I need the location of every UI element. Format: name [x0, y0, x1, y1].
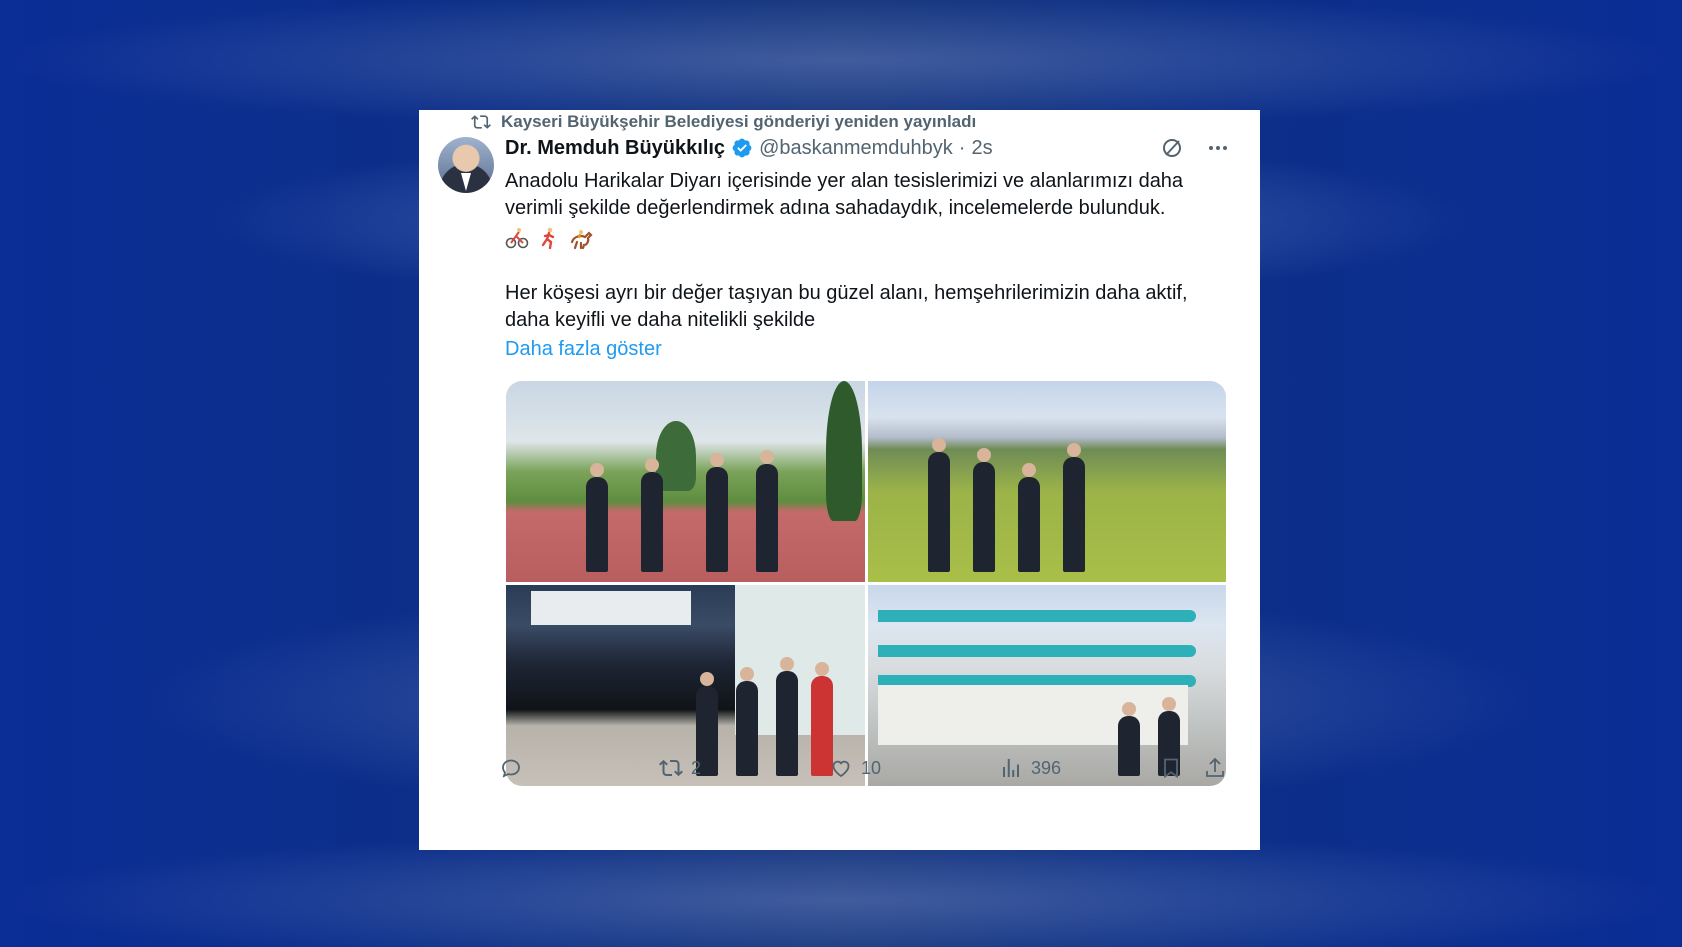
photo-person — [586, 463, 608, 572]
reply-icon — [502, 759, 520, 778]
photo-building-stripe — [877, 645, 1196, 657]
repost-indicator: Kayseri Büyükşehir Belediyesi gönderiyi … — [471, 112, 976, 132]
views-button[interactable]: 396 — [999, 756, 1061, 780]
retweet-icon — [659, 759, 683, 777]
horse-racing-emoji — [570, 230, 593, 250]
separator-dot: · — [958, 136, 966, 159]
retweet-button[interactable]: 2 — [659, 756, 701, 780]
like-button[interactable]: 10 — [829, 756, 881, 780]
cyclist-emoji — [505, 228, 529, 249]
media-grid — [506, 381, 1226, 786]
tweet-card[interactable]: Kayseri Büyükşehir Belediyesi gönderiyi … — [419, 110, 1260, 850]
bookmark-icon — [1164, 758, 1178, 779]
photo-person — [706, 453, 728, 572]
tweet-header: Dr. Memduh Büyükkılıç @baskanmemduhbyk ·… — [505, 136, 993, 160]
runner-emoji — [541, 227, 555, 250]
analytics-icon — [1003, 759, 1019, 777]
verified-badge-icon — [732, 138, 752, 158]
photo-building-wall — [877, 685, 1188, 745]
heart-icon — [832, 760, 850, 778]
emoji-row — [505, 224, 1235, 252]
photo-tree — [826, 381, 862, 521]
views-count: 396 — [1031, 757, 1062, 778]
tweet-text: Anadolu Harikalar Diyarı içerisinde yer … — [505, 168, 1235, 363]
bookmark-button[interactable] — [1159, 756, 1183, 780]
retweet-count: 2 — [691, 757, 702, 778]
tweet-paragraph-1: Anadolu Harikalar Diyarı içerisinde yer … — [505, 170, 1184, 219]
photo-sign — [531, 591, 691, 625]
repost-icon — [471, 115, 491, 129]
author-name[interactable]: Dr. Memduh Büyükkılıç — [505, 137, 725, 160]
tweet-paragraph-2: Her köşesi ayrı bir değer taşıyan bu güz… — [505, 282, 1188, 331]
photo-person — [756, 450, 778, 572]
show-more-link[interactable]: Daha fazla göster — [505, 336, 662, 363]
more-options-icon[interactable] — [1206, 136, 1230, 160]
photo-building-stripe — [877, 610, 1196, 622]
photo-person — [1017, 463, 1040, 572]
reply-button[interactable] — [499, 756, 531, 780]
like-count: 10 — [861, 757, 882, 778]
tweet-top-actions — [1160, 136, 1230, 160]
media-photo-2[interactable] — [867, 381, 1226, 582]
tweet-actions: 2 10 396 — [499, 753, 1224, 783]
photo-person — [972, 448, 995, 572]
media-photo-1[interactable] — [506, 381, 865, 582]
tweet-time[interactable]: 2s — [971, 137, 992, 160]
repost-text: Kayseri Büyükşehir Belediyesi gönderiyi … — [501, 112, 977, 131]
photo-person — [1062, 443, 1085, 572]
photo-person — [641, 458, 663, 572]
photo-person — [927, 438, 950, 572]
grok-icon[interactable] — [1160, 136, 1184, 160]
share-button[interactable] — [1203, 756, 1227, 780]
share-icon — [1206, 757, 1224, 777]
author-avatar[interactable] — [438, 137, 494, 193]
author-handle[interactable]: @baskanmemduhbyk — [759, 137, 953, 160]
